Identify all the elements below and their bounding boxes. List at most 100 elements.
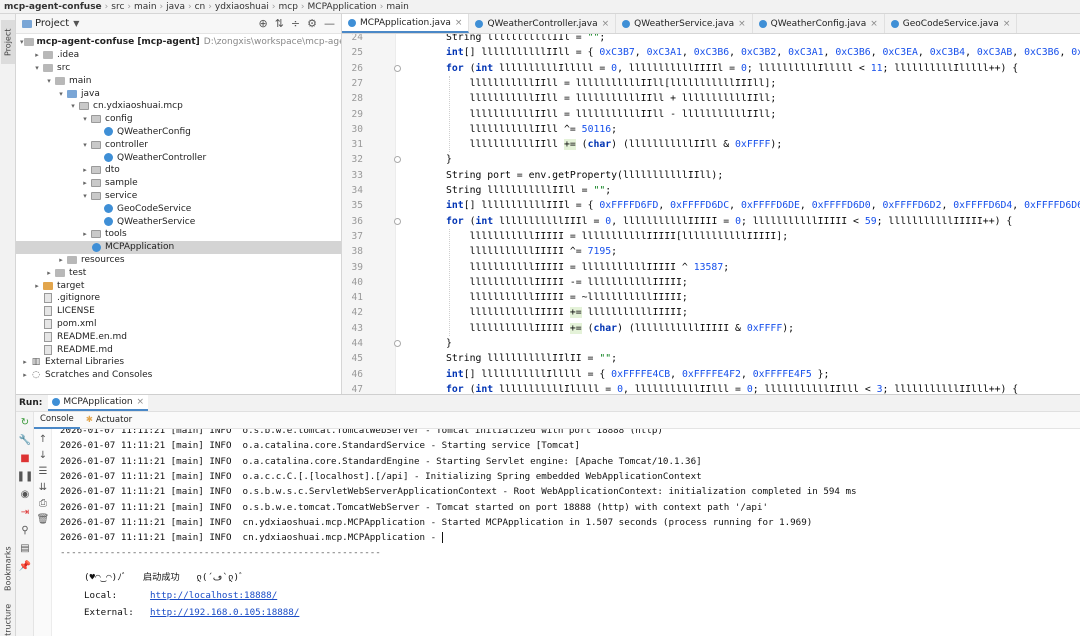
breadcrumb-item[interactable]: MCPApplication bbox=[308, 2, 377, 12]
tree-item[interactable]: LICENSE bbox=[16, 305, 341, 318]
code-area[interactable]: String lllllllllllIIl = ""; int[] lllllll… bbox=[446, 34, 1080, 394]
close-icon[interactable]: × bbox=[870, 19, 878, 29]
tree-item[interactable]: QWeatherService bbox=[16, 215, 341, 228]
print-icon[interactable]: ⎙ bbox=[37, 497, 49, 509]
tree-item[interactable]: ▾ src bbox=[16, 62, 341, 75]
code-line[interactable]: String lllllllllllIIl = ""; bbox=[446, 34, 605, 45]
exit-icon[interactable]: ⇥ bbox=[19, 506, 31, 518]
tree-item[interactable]: ▾ service bbox=[16, 190, 341, 203]
tree-item[interactable]: QWeatherConfig bbox=[16, 126, 341, 139]
chevron-down-icon[interactable]: ▾ bbox=[56, 90, 66, 98]
code-line[interactable]: String lllllllllllIIll = ""; bbox=[446, 183, 611, 198]
soft-wrap-icon[interactable]: ☰ bbox=[37, 465, 49, 477]
local-url-link[interactable]: http://localhost:18888/ bbox=[150, 590, 277, 601]
code-line[interactable]: int[] lllllllllllIIll = { 0xC3B7, 0xC3A1… bbox=[446, 45, 1080, 60]
tree-item[interactable]: ▸ resources bbox=[16, 254, 341, 267]
chevron-right-icon[interactable]: ▸ bbox=[80, 179, 90, 187]
collapse-all-icon[interactable]: ⇅ bbox=[275, 17, 284, 30]
chevron-down-icon[interactable]: ▾ bbox=[68, 102, 78, 110]
tree-item[interactable]: ▸ test bbox=[16, 266, 341, 279]
structure-tool-tab[interactable]: Structure bbox=[1, 600, 15, 636]
chevron-right-icon[interactable]: ▸ bbox=[20, 358, 30, 366]
chevron-down-icon[interactable]: ▾ bbox=[44, 77, 54, 85]
chevron-down-icon[interactable]: ▾ bbox=[80, 115, 90, 123]
tree-item[interactable]: GeoCodeService bbox=[16, 202, 341, 215]
fold-marker-icon[interactable] bbox=[394, 156, 401, 164]
run-config-tab[interactable]: MCPApplication × bbox=[48, 395, 149, 411]
arrow-up-icon[interactable]: ↑ bbox=[37, 433, 49, 445]
minimize-icon[interactable]: — bbox=[324, 17, 335, 30]
locate-icon[interactable]: ⊕ bbox=[258, 17, 267, 30]
trash-icon[interactable]: 🗑 bbox=[37, 513, 50, 525]
tree-item[interactable]: ▾ controller bbox=[16, 138, 341, 151]
chevron-down-icon[interactable]: ▾ bbox=[32, 64, 42, 72]
fold-marker-icon[interactable] bbox=[394, 64, 401, 72]
code-line[interactable]: } bbox=[446, 336, 452, 351]
pause-icon[interactable]: ❚❚ bbox=[17, 470, 34, 482]
breadcrumb-item[interactable]: main bbox=[386, 2, 409, 12]
tree-item[interactable]: .gitignore bbox=[16, 292, 341, 305]
tree-item[interactable]: ▾ cn.ydxiaoshuai.mcp bbox=[16, 100, 341, 113]
breadcrumb-item[interactable]: mcp-agent-confuse bbox=[4, 2, 102, 12]
scroll-end-icon[interactable]: ⇊ bbox=[37, 481, 49, 493]
chevron-down-icon[interactable]: ▾ bbox=[80, 141, 90, 149]
fold-marker-icon[interactable] bbox=[394, 217, 401, 225]
code-line[interactable]: lllllllllllIIIII += lllllllllllIIIII; bbox=[446, 305, 688, 320]
close-icon[interactable]: × bbox=[1003, 19, 1011, 29]
code-line[interactable]: int[] lllllllllllIIIl = { 0xFFFFD6FD, 0x… bbox=[446, 198, 1080, 213]
code-line[interactable]: lllllllllllIIll = lllllllllllIIll[llllll… bbox=[446, 76, 777, 91]
tree-item[interactable]: ▾ main bbox=[16, 74, 341, 87]
project-tool-tab[interactable]: Project bbox=[1, 20, 15, 64]
rerun-icon[interactable]: ↻ bbox=[19, 416, 31, 428]
expand-all-icon[interactable]: ÷ bbox=[291, 17, 300, 30]
layout-icon[interactable]: ▤ bbox=[19, 542, 31, 554]
tab-actuator[interactable]: ✱ Actuator bbox=[80, 412, 138, 429]
external-url-link[interactable]: http://192.168.0.105:18888/ bbox=[150, 607, 299, 618]
code-line[interactable]: lllllllllllIIIII += (char) (lllllllllllI… bbox=[446, 321, 794, 336]
chevron-down-icon[interactable]: ▼ bbox=[73, 19, 79, 28]
code-line[interactable]: lllllllllllIIIII ^= 7195; bbox=[446, 244, 617, 259]
code-line[interactable]: for (int llllllllllIlllll = 0, lllllllll… bbox=[446, 61, 1018, 76]
code-line[interactable]: lllllllllllIIIII = lllllllllllIIIII[llll… bbox=[446, 229, 789, 244]
close-icon[interactable]: × bbox=[602, 19, 610, 29]
close-icon[interactable]: × bbox=[738, 19, 746, 29]
tree-item[interactable]: ▸ tools bbox=[16, 228, 341, 241]
arrow-down-icon[interactable]: ↓ bbox=[37, 449, 49, 461]
chevron-right-icon[interactable]: ▸ bbox=[80, 166, 90, 174]
breadcrumb-item[interactable]: src bbox=[111, 2, 124, 12]
tree-item[interactable]: pom.xml bbox=[16, 318, 341, 331]
code-line[interactable]: lllllllllllIIIII = lllllllllllIIIII ^ 13… bbox=[446, 260, 730, 275]
search-icon[interactable]: ⚲ bbox=[19, 524, 31, 536]
breadcrumb-item[interactable]: main bbox=[134, 2, 157, 12]
stop-icon[interactable]: ■ bbox=[19, 452, 31, 464]
gear-icon[interactable]: ⚙ bbox=[307, 17, 317, 30]
bookmarks-tool-tab[interactable]: Bookmarks bbox=[1, 544, 15, 594]
chevron-right-icon[interactable]: ▸ bbox=[44, 269, 54, 277]
breadcrumb-item[interactable]: java bbox=[166, 2, 185, 12]
chevron-right-icon[interactable]: ▸ bbox=[20, 371, 30, 379]
code-line[interactable]: } bbox=[446, 152, 452, 167]
code-line[interactable]: lllllllllllIIll = lllllllllllIIll - llll… bbox=[446, 107, 777, 122]
code-line[interactable]: String lllllllllllIIlII = ""; bbox=[446, 351, 617, 366]
tree-item[interactable]: README.en.md bbox=[16, 330, 341, 343]
editor-tab[interactable]: MCPApplication.java × bbox=[342, 14, 470, 33]
project-tree[interactable]: ▾ mcp-agent-confuse [mcp-agent] D:\zongxis… bbox=[16, 34, 341, 382]
tree-item[interactable]: QWeatherController bbox=[16, 151, 341, 164]
code-line[interactable]: int[] lllllllllllIlllll = { 0xFFFFE4CB, … bbox=[446, 367, 829, 382]
tab-console[interactable]: Console bbox=[34, 412, 80, 429]
console-output[interactable]: 2026-01-07 11:11:21 [main] INFO o.s.b.w.… bbox=[52, 429, 1080, 636]
breadcrumb-item[interactable]: mcp bbox=[278, 2, 297, 12]
close-icon[interactable]: × bbox=[455, 18, 463, 28]
close-icon[interactable]: × bbox=[137, 397, 145, 407]
tree-item[interactable]: README.md bbox=[16, 343, 341, 356]
chevron-right-icon[interactable]: ▸ bbox=[32, 51, 42, 59]
code-editor[interactable]: 24 25 26 27 28 29 30 31 32 33 34 35 36 37 38 39 40 41 42 43… bbox=[342, 34, 1080, 394]
tree-item[interactable]: ▸ ▥ External Libraries bbox=[16, 356, 341, 369]
tree-item[interactable]: ▸ ◌ Scratches and Consoles bbox=[16, 369, 341, 382]
code-line[interactable]: for (int lllllllllllIIIl = 0, llllllllll… bbox=[446, 214, 1012, 229]
editor-tab[interactable]: QWeatherConfig.java × bbox=[753, 14, 885, 33]
editor-tab[interactable]: QWeatherController.java × bbox=[469, 14, 617, 33]
tree-item[interactable]: ▸ sample bbox=[16, 177, 341, 190]
breadcrumb-item[interactable]: ydxiaoshuai bbox=[215, 2, 269, 12]
camera-icon[interactable]: ◉ bbox=[19, 488, 31, 500]
